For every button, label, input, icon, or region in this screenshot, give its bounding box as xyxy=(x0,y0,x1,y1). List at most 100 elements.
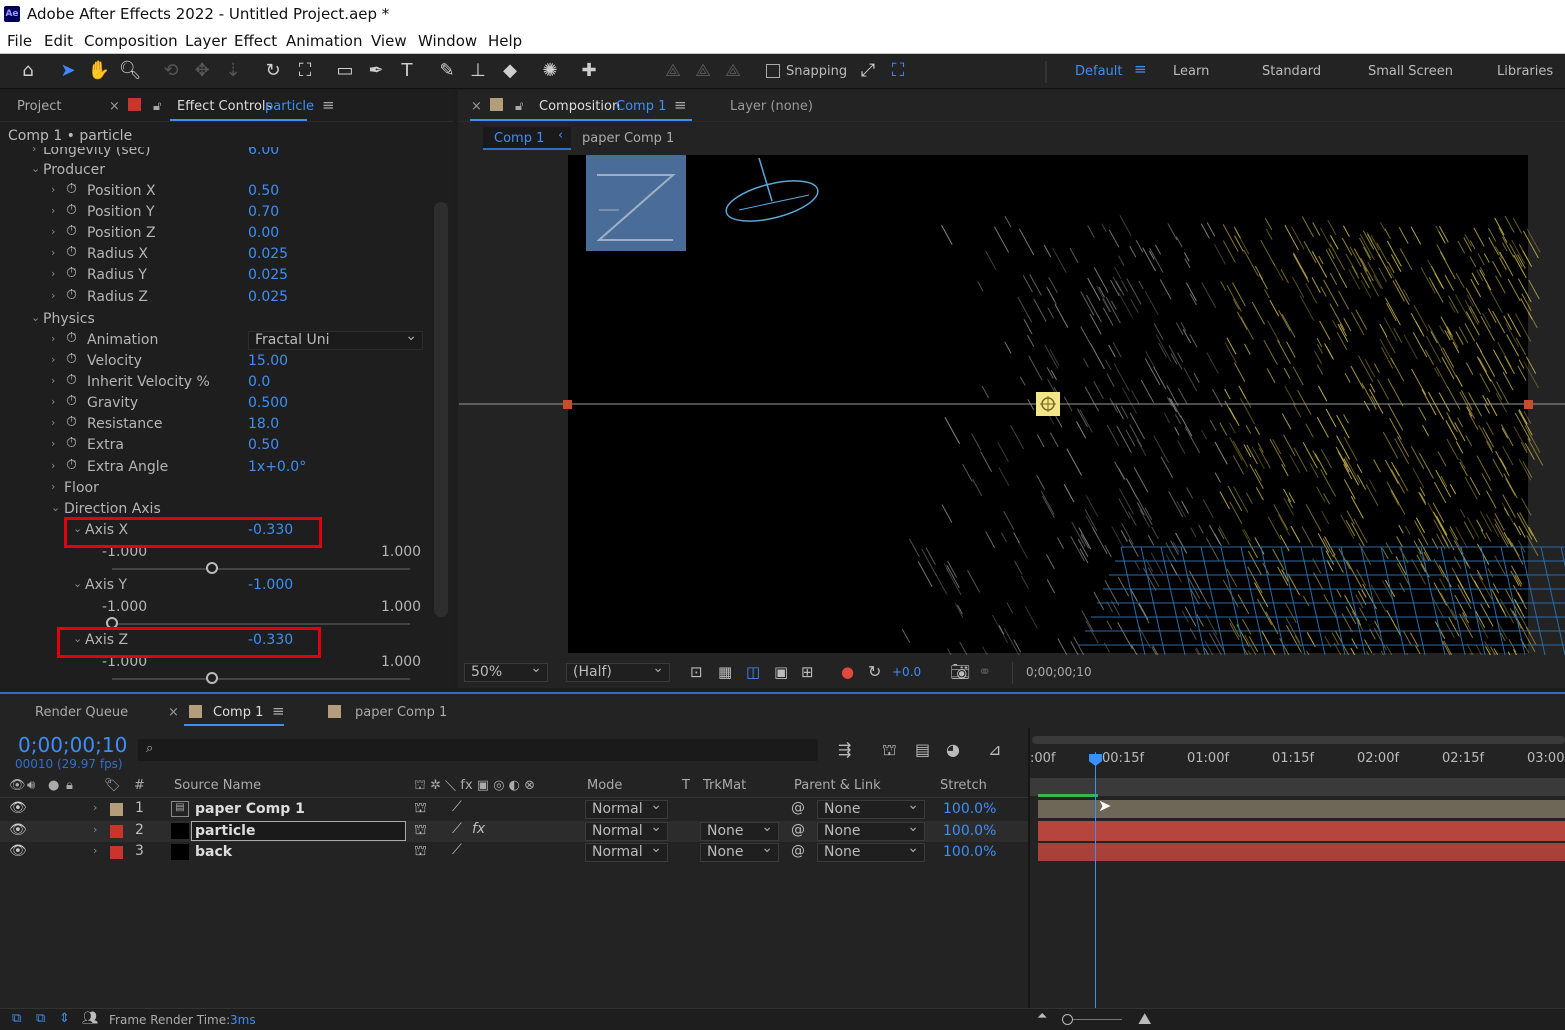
composition-canvas[interactable] xyxy=(459,155,1565,655)
shy-switch-icon[interactable]: ⛫ xyxy=(414,843,427,861)
grid-guides-icon[interactable]: ⊞ xyxy=(801,663,814,681)
close-icon[interactable]: × xyxy=(168,705,179,720)
snapshot-camera-icon[interactable]: 📷︎ xyxy=(950,662,970,681)
trkmat-dropdown[interactable]: None xyxy=(700,819,779,841)
clone-stamp-icon[interactable]: ⊥ xyxy=(465,58,491,84)
prop-inherit-velocity[interactable]: › ⏱︎ Inherit Velocity % 0.0 xyxy=(0,372,430,394)
prop-extra[interactable]: › ⏱︎ Extra 0.50 xyxy=(0,435,430,457)
layer-row[interactable]: 👁︎ › 3 back ⛫ ⟋ Normal None @ None 100.0… xyxy=(0,840,1028,863)
tab-comp-1[interactable]: Comp 1 xyxy=(213,705,263,720)
layer-name[interactable]: back xyxy=(195,844,232,860)
tab-paper-comp[interactable]: paper Comp 1 xyxy=(355,705,447,720)
panel-menu-icon[interactable]: ≡ xyxy=(322,96,335,114)
pan-behind-icon[interactable]: ⛶ xyxy=(292,58,318,84)
region-of-interest-icon[interactable]: ▣ xyxy=(774,663,788,681)
brush-tool-icon[interactable]: ✎ xyxy=(434,58,460,84)
menu-help[interactable]: Help xyxy=(488,32,522,50)
motion-blur-icon[interactable]: ◕ xyxy=(946,740,960,759)
timeline-zoom-knob[interactable] xyxy=(1062,1014,1073,1025)
parent-dropdown[interactable]: None xyxy=(817,797,925,819)
group-producer[interactable]: ⌄ Producer xyxy=(0,161,430,182)
pen-tool-icon[interactable]: ✒ xyxy=(363,58,389,84)
tab-composition[interactable]: Composition xyxy=(539,99,620,114)
world-axis-icon[interactable]: ⟁ xyxy=(690,58,716,84)
group-floor[interactable]: › Floor xyxy=(0,479,430,500)
prop-position-z[interactable]: › ⏱︎ Position Z 0.00 xyxy=(0,223,430,245)
pick-whip-icon[interactable]: @ xyxy=(791,800,805,816)
menu-animation[interactable]: Animation xyxy=(286,32,362,50)
eye-icon[interactable]: 👁︎ xyxy=(9,822,27,838)
layer-label-color[interactable] xyxy=(110,803,123,816)
group-physics[interactable]: ⌄ Physics xyxy=(0,310,430,331)
layer-row[interactable]: 👁︎ › 2 particle ⛫ ⟋ fx Normal None @ Non… xyxy=(0,819,1028,842)
mask-visibility-icon[interactable]: ◫ xyxy=(746,663,760,681)
tab-effect-controls[interactable]: Effect Controls xyxy=(177,99,272,114)
quality-switch-icon[interactable]: ⟋ xyxy=(452,842,462,858)
in-out-toggle-icon[interactable]: ⇕ xyxy=(59,1011,70,1026)
current-time-display[interactable]: 0;00;00;10 xyxy=(18,733,127,757)
work-area-bar[interactable] xyxy=(1032,736,1565,744)
fast-preview-icon[interactable]: ⊡ xyxy=(690,663,703,681)
graph-editor-icon[interactable]: ⊿ xyxy=(988,740,1001,759)
resolution-dropdown[interactable]: (Half) xyxy=(566,660,670,682)
layer-bar-paper-comp[interactable] xyxy=(1038,800,1565,818)
axis-x-slider-knob[interactable] xyxy=(205,562,218,574)
composition-mini-flowchart-icon[interactable]: ⇶ xyxy=(838,740,851,759)
properties-scrollbar[interactable] xyxy=(434,202,448,617)
local-axis-icon[interactable]: ⟁ xyxy=(660,58,686,84)
col-stretch[interactable]: Stretch xyxy=(940,778,987,793)
layer-bar-particle[interactable] xyxy=(1038,821,1565,841)
layer-switches-toggle-icon[interactable]: ⧉ xyxy=(12,1011,21,1026)
prop-position-y[interactable]: › ⏱︎ Position Y 0.70 xyxy=(0,202,430,224)
lock-icon[interactable]: 🔓︎ xyxy=(515,99,523,114)
puppet-pin-icon[interactable]: ✚ xyxy=(576,58,602,84)
tab-project[interactable]: Project xyxy=(17,99,61,114)
prop-extra-angle[interactable]: › ⏱︎ Extra Angle 1x+0.0° xyxy=(0,457,430,479)
transparency-grid-icon[interactable]: ▦ xyxy=(718,663,732,681)
parent-dropdown[interactable]: None xyxy=(817,819,925,841)
draft-3d-icon[interactable]: ⛫ xyxy=(882,740,897,761)
menu-window[interactable]: Window xyxy=(418,32,477,50)
view-axis-icon[interactable]: ⟁ xyxy=(720,58,746,84)
menu-view[interactable]: View xyxy=(371,32,407,50)
effects-switch-icon[interactable]: fx xyxy=(472,821,485,837)
axis-y-slider-track[interactable] xyxy=(112,623,410,625)
menu-layer[interactable]: Layer xyxy=(185,32,227,50)
menu-composition[interactable]: Composition xyxy=(84,32,178,50)
layer-row[interactable]: 👁︎ › 1 ▤ paper Comp 1 ⛫ ⟋ Normal @ None … xyxy=(0,797,1028,820)
prop-radius-y[interactable]: › ⏱︎ Radius Y 0.025 xyxy=(0,265,430,287)
frame-blending-icon[interactable]: ▤ xyxy=(915,740,930,759)
quality-switch-icon[interactable]: ⟋ xyxy=(452,799,462,815)
menu-effect[interactable]: Effect xyxy=(234,32,277,50)
eye-icon[interactable]: 👁︎ xyxy=(9,800,27,816)
prop-velocity[interactable]: › ⏱︎ Velocity 15.00 xyxy=(0,351,430,373)
expand-arrow-icon[interactable]: › xyxy=(93,844,97,857)
quality-switch-icon[interactable]: ⟋ xyxy=(452,821,462,837)
panel-menu-icon[interactable]: ≡ xyxy=(674,96,687,114)
axis-z-slider-track[interactable] xyxy=(112,678,410,680)
stretch-value[interactable]: 100.0% xyxy=(943,823,996,839)
rotation-tool-icon[interactable]: ↻ xyxy=(260,58,286,84)
channels-icon[interactable]: ● xyxy=(841,663,854,681)
type-tool-icon[interactable]: T xyxy=(394,58,420,84)
col-parent-link[interactable]: Parent & Link xyxy=(794,778,881,793)
mode-dropdown[interactable]: Normal xyxy=(585,819,668,841)
time-ruler[interactable]: :00f 00:15f 01:00f 01:15f 02:00f 02:15f … xyxy=(1030,744,1565,776)
prop-radius-z[interactable]: › ⏱︎ Radius Z 0.025 xyxy=(0,287,430,309)
expand-arrow-icon[interactable]: › xyxy=(93,801,97,814)
tab-comp-name[interactable]: Comp 1 xyxy=(616,99,666,114)
expand-arrow-icon[interactable]: › xyxy=(93,823,97,836)
parent-dropdown[interactable]: None xyxy=(817,840,925,862)
axis-x-slider-track[interactable] xyxy=(112,568,410,570)
axis-z-slider-knob[interactable] xyxy=(205,672,218,684)
stretch-value[interactable]: 100.0% xyxy=(943,801,996,817)
viewer-timecode[interactable]: 0;00;00;10 xyxy=(1026,665,1092,679)
workspace-default[interactable]: Default xyxy=(1075,64,1123,79)
prop-radius-x[interactable]: › ⏱︎ Radius X 0.025 xyxy=(0,244,430,266)
layer-label-color[interactable] xyxy=(110,846,123,859)
show-snapshot-icon[interactable]: ⚭ xyxy=(978,662,991,681)
zoom-out-icon[interactable]: ⏶ xyxy=(1037,1009,1047,1024)
layer-search-input[interactable]: ⌕ xyxy=(138,739,818,761)
crumb-comp-1[interactable]: Comp 1 xyxy=(494,131,544,146)
col-source-name[interactable]: Source Name xyxy=(174,778,261,793)
